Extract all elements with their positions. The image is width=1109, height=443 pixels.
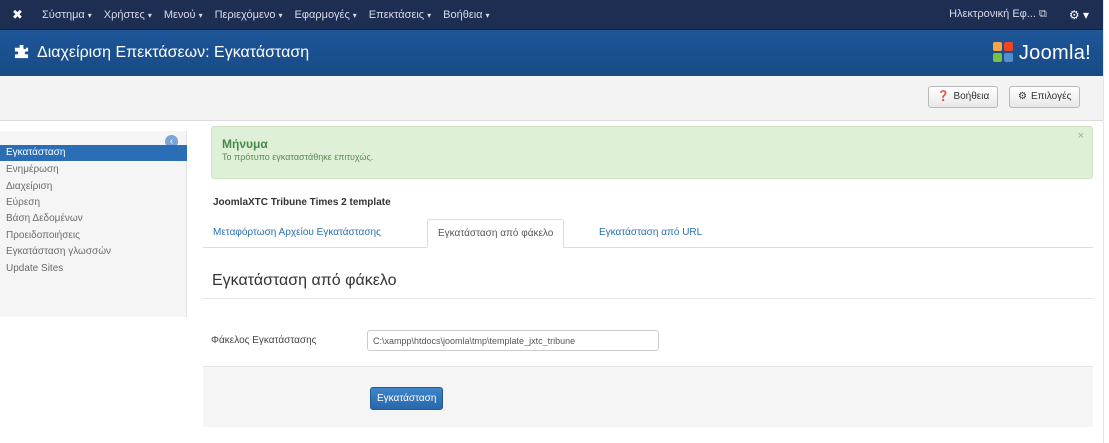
sidebar-item-manage[interactable]: Διαχείριση (0, 179, 187, 195)
menu-help-label: Βοήθεια (443, 8, 483, 21)
sidebar-item-install[interactable]: Εγκατάσταση (0, 145, 187, 161)
joomla-logo: Joomla! (992, 41, 1091, 65)
menu-menus[interactable]: Μενού ▾ (158, 0, 209, 30)
install-folder-label: Φάκελος Εγκατάστασης (211, 335, 317, 346)
install-tabs: Μεταφόρτωση Αρχείου Εγκατάστασης Εγκατάσ… (203, 219, 1093, 248)
question-circle-icon: ❓ (937, 91, 950, 102)
help-button[interactable]: ❓ Βοήθεια (928, 86, 999, 108)
sidebar-item-update-sites[interactable]: Update Sites (0, 261, 187, 277)
menu-help[interactable]: Βοήθεια ▾ (437, 0, 495, 30)
options-button-label: Επιλογές (1030, 91, 1072, 102)
chevron-down-icon: ▾ (147, 10, 152, 20)
toolbar: ❓ Βοήθεια ⚙ Επιλογές (0, 76, 1103, 121)
section-title: Εγκατάσταση από φάκελο (212, 272, 397, 289)
page-header: Διαχείριση Επεκτάσεων: Εγκατάσταση Jooml… (0, 30, 1103, 76)
menu-components[interactable]: Εφαρμογές ▾ (289, 0, 363, 30)
chevron-down-icon: ▾ (278, 10, 283, 20)
site-link[interactable]: Ηλεκτρονική Εφ... ⧉ (941, 8, 1055, 21)
page-title: Διαχείριση Επεκτάσεων: Εγκατάσταση (37, 44, 310, 61)
sidebar-item-database[interactable]: Βάση Δεδομένων (0, 211, 187, 227)
help-button-label: Βοήθεια (953, 91, 990, 102)
chevron-down-icon: ▾ (87, 10, 92, 20)
menu-components-label: Εφαρμογές (294, 8, 350, 21)
top-right-menu: Ηλεκτρονική Εφ... ⧉ ⚙ ▾ (941, 0, 1103, 30)
chevron-down-icon: ▾ (198, 10, 203, 20)
sidebar-item-install-languages[interactable]: Εγκατάσταση γλωσσών (0, 244, 187, 260)
chevron-down-icon: ▾ (485, 10, 490, 20)
sidebar: ‹ Εγκατάσταση Ενημέρωση Διαχείριση Εύρεσ… (0, 131, 187, 317)
page: ✖ Σύστημα ▾ Χρήστες ▾ Μενού ▾ Περιεχόμενο ▾ … (0, 0, 1109, 443)
menu-users[interactable]: Χρήστες ▾ (98, 0, 158, 30)
form-actions: Εγκατάσταση (203, 366, 1093, 427)
window-edge (1103, 0, 1109, 443)
sidebar-item-discover[interactable]: Εύρεση (0, 195, 187, 211)
puzzle-icon (14, 44, 29, 63)
menu-system[interactable]: Σύστημα ▾ (36, 0, 98, 30)
chevron-down-icon: ▾ (352, 10, 357, 20)
menu-menus-label: Μενού (163, 8, 196, 21)
gear-icon: ⚙ (1018, 91, 1027, 102)
chevron-down-icon: ▾ (427, 10, 432, 20)
sidebar-item-update[interactable]: Ενημέρωση (0, 162, 187, 178)
section-divider (203, 298, 1093, 299)
top-navbar: ✖ Σύστημα ▾ Χρήστες ▾ Μενού ▾ Περιεχόμενο ▾ … (0, 0, 1103, 30)
main-menu: Σύστημα ▾ Χρήστες ▾ Μενού ▾ Περιεχόμενο ▾ Εφ… (36, 0, 496, 30)
menu-users-label: Χρήστες (103, 8, 145, 21)
install-folder-input[interactable] (367, 330, 659, 351)
close-icon[interactable]: × (1078, 130, 1084, 142)
sidebar-item-warnings[interactable]: Προειδοποιήσεις (0, 228, 187, 244)
success-alert: Μήνυμα Το πρότυπο εγκαταστάθηκε επιτυχώς… (211, 126, 1093, 179)
joomla-logo-text: Joomla! (1018, 41, 1091, 64)
menu-extensions-label: Επεκτάσεις (368, 8, 425, 21)
tab-install-from-url[interactable]: Εγκατάσταση από URL (589, 219, 712, 248)
menu-system-label: Σύστημα (42, 8, 85, 21)
joomla-x-icon[interactable]: ✖ (12, 7, 26, 22)
joomla-logo-icon (992, 42, 1015, 64)
user-settings-menu[interactable]: ⚙ ▾ (1055, 8, 1095, 22)
options-button[interactable]: ⚙ Επιλογές (1009, 86, 1081, 108)
tab-upload-package[interactable]: Μεταφόρτωση Αρχείου Εγκατάστασης (203, 219, 391, 248)
menu-content[interactable]: Περιεχόμενο ▾ (209, 0, 289, 30)
tab-install-from-folder[interactable]: Εγκατάσταση από φάκελο (427, 219, 565, 248)
menu-content-label: Περιεχόμενο (214, 8, 276, 21)
alert-heading: Μήνυμα (222, 137, 268, 151)
installed-extension-name: JoomlaXTC Tribune Times 2 template (213, 197, 391, 208)
menu-extensions[interactable]: Επεκτάσεις ▾ (363, 0, 437, 30)
install-button[interactable]: Εγκατάσταση (370, 387, 444, 410)
alert-message: Το πρότυπο εγκαταστάθηκε επιτυχώς. (222, 152, 374, 162)
